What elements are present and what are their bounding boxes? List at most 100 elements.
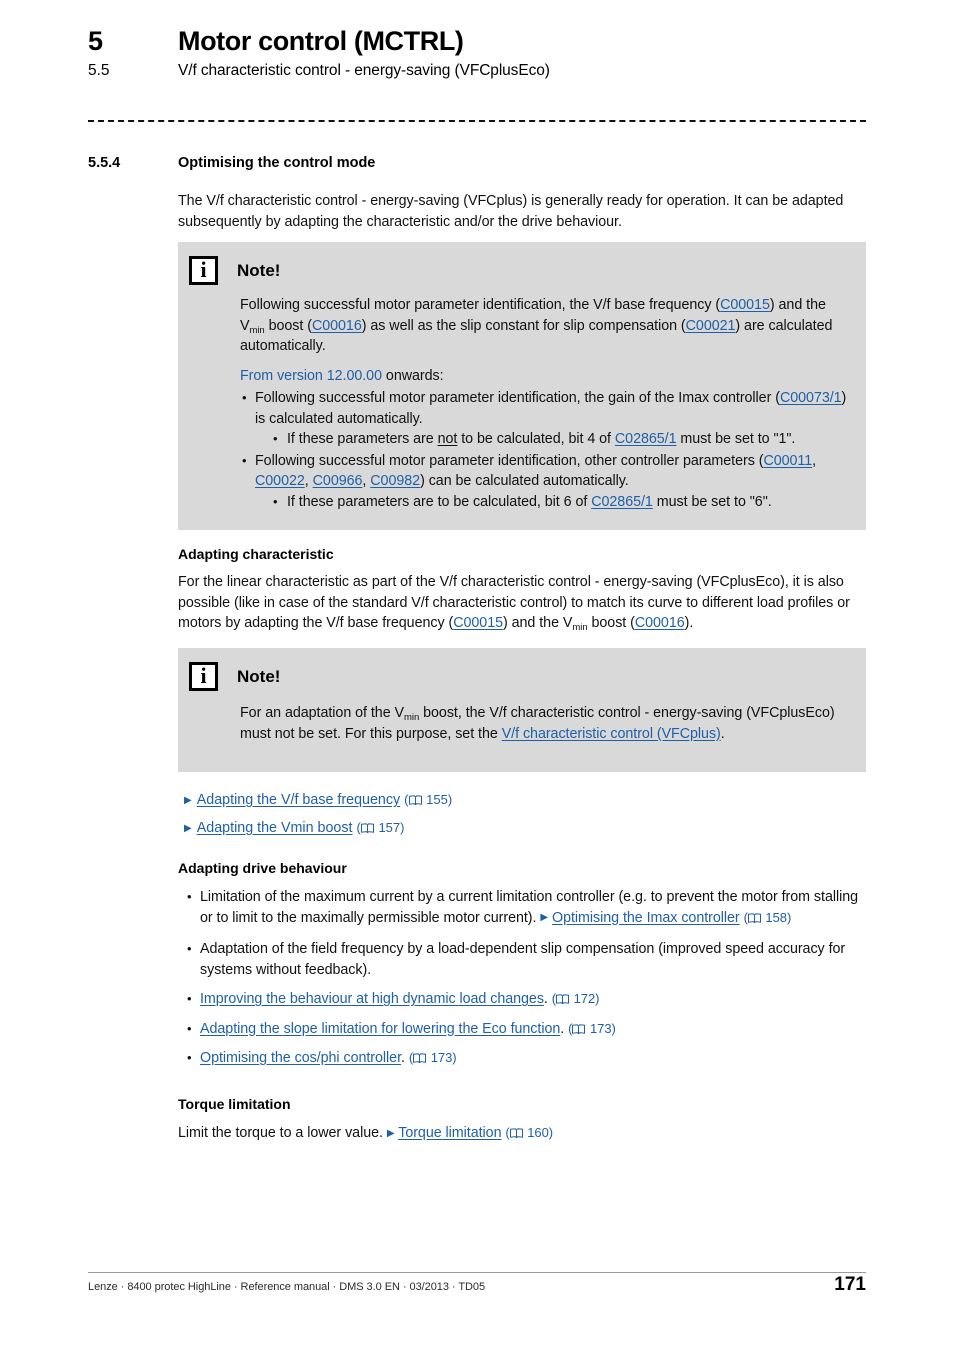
footer-divider — [88, 1272, 866, 1273]
page-reference: ( 155) — [404, 792, 453, 807]
header-divider — [88, 120, 866, 122]
note-1-subbullet-item: If these parameters are not to be calcul… — [271, 429, 848, 450]
sep-2: , — [304, 473, 313, 489]
bullet-2-text-a: Following successful motor parameter ide… — [255, 452, 764, 469]
book-icon — [572, 1023, 586, 1034]
note-1-bullet-list: Following successful motor parameter ide… — [240, 388, 848, 512]
triangle-right-icon: ▶ — [540, 912, 549, 923]
link-c00982[interactable]: C00982 — [370, 473, 420, 489]
info-icon: i — [189, 662, 218, 691]
link-c00966[interactable]: C00966 — [313, 473, 363, 489]
note-1-version-line: From version 12.00.00 onwards: — [240, 366, 848, 387]
note-1-paragraph: Following successful motor parameter ide… — [240, 295, 848, 357]
emphasis-not: not — [437, 431, 458, 447]
adapt-char-text-b: ) and the V — [503, 615, 573, 631]
page-number-ref: 157 — [378, 820, 401, 835]
note-1-body: Following successful motor parameter ide… — [178, 285, 866, 526]
xref-link-optimising-imax-controller[interactable]: Optimising the Imax controller — [552, 910, 740, 926]
xref-link-optimising-cos-phi-controller[interactable]: Optimising the cos/phi controller — [200, 1050, 401, 1066]
document-page: 5 Motor control (MCTRL) 5.5 V/f characte… — [0, 0, 954, 1350]
xref-row-1[interactable]: ▶ Adapting the V/f base frequency ( 155) — [184, 790, 452, 812]
page-number-ref: 172 — [573, 991, 596, 1006]
book-icon — [408, 795, 422, 805]
note-1-bullet-item: Following successful motor parameter ide… — [240, 451, 848, 513]
triangle-right-icon: ▶ — [184, 794, 192, 806]
subbullet-2-text-b: must be set to "6". — [652, 493, 772, 510]
xref-link-improving-behaviour-dynamic-load[interactable]: Improving the behaviour at high dynamic … — [200, 991, 544, 1007]
version-label: From version 12.00.00 — [240, 367, 382, 384]
subsection-title: Optimising the control mode — [178, 155, 376, 171]
note-1-text-a: Following successful motor parameter ide… — [240, 297, 721, 313]
bullet-1-text-a: Following successful motor parameter ide… — [255, 390, 780, 406]
note-2-header: i Note! — [178, 648, 866, 691]
subbullet-1-text-a: If these parameters are — [287, 431, 438, 447]
note-1-header: i Note! — [178, 242, 866, 285]
link-c00021-note1[interactable]: C00021 — [686, 318, 736, 334]
heading-torque-limitation: Torque limitation — [178, 1096, 291, 1112]
link-c02865-1-b[interactable]: C02865/1 — [591, 494, 653, 510]
note-1-subbullet-list: If these parameters are not to be calcul… — [255, 429, 848, 450]
note-1-text-d: ) as well as the slip constant for slip … — [361, 317, 686, 334]
book-icon — [556, 994, 570, 1004]
sep-1: , — [812, 452, 817, 469]
link-c00015-note1[interactable]: C00015 — [720, 297, 770, 313]
page-reference: ( 172) — [551, 991, 600, 1006]
book-icon — [360, 823, 374, 833]
heading-adapting-characteristic: Adapting characteristic — [178, 546, 334, 562]
subbullet-2-text-a: If these parameters are to be calculated… — [287, 493, 592, 510]
paragraph-adapting-characteristic: For the linear characteristic as part of… — [178, 572, 866, 634]
note-2-paragraph: For an adaptation of the Vmin boost, the… — [240, 703, 848, 744]
xref-row-2[interactable]: ▶ Adapting the Vmin boost ( 157) — [184, 818, 404, 840]
note-2-text-c: . — [720, 725, 725, 742]
book-icon — [747, 912, 761, 923]
link-c00022[interactable]: C00022 — [255, 473, 305, 489]
link-c00073-1[interactable]: C00073/1 — [780, 390, 842, 406]
list-item: Limitation of the maximum current by a c… — [178, 887, 866, 930]
subbullet-1-text-c: must be set to "1". — [676, 431, 796, 447]
subbullet-1-text-b: to be calculated, bit 4 of — [457, 431, 615, 447]
link-c00015-adapt[interactable]: C00015 — [453, 615, 503, 631]
xref-link-adapting-vf-base-frequency[interactable]: Adapting the V/f base frequency — [197, 792, 400, 808]
link-vfc-plus[interactable]: V/f characteristic control (VFCplus) — [502, 726, 721, 742]
torque-text: Limit the torque to a lower value. — [178, 1125, 387, 1141]
drive-item-2-text: Adaptation of the field frequency by a l… — [200, 941, 846, 978]
link-c02865-1-a[interactable]: C02865/1 — [615, 431, 677, 447]
bullet-2-text-b: ) can be calculated automatically. — [420, 473, 629, 489]
page-reference: ( 160) — [505, 1125, 554, 1140]
drive-item-5-suffix: . — [401, 1050, 409, 1066]
link-c00016-note1[interactable]: C00016 — [312, 318, 362, 334]
page-reference: ( 157) — [356, 820, 405, 835]
page-number-ref: 158 — [765, 909, 787, 925]
section-number: 5.5 — [88, 62, 110, 79]
drive-item-4-suffix: . — [560, 1020, 569, 1037]
chapter-number: 5 — [88, 26, 103, 56]
vmin-subscript-3: min — [404, 712, 420, 723]
xref-link-torque-limitation[interactable]: Torque limitation — [398, 1125, 501, 1141]
xref-link-adapting-slope-limitation[interactable]: Adapting the slope limitation for loweri… — [200, 1021, 560, 1037]
link-c00016-adapt[interactable]: C00016 — [635, 615, 685, 631]
xref-link-adapting-vmin-boost[interactable]: Adapting the Vmin boost — [197, 820, 353, 836]
page-reference: ( 158) — [743, 909, 792, 925]
page-number-ref: 160 — [527, 1125, 549, 1140]
heading-adapting-drive-behaviour: Adapting drive behaviour — [178, 860, 347, 876]
page-reference: ( 173) — [568, 1020, 616, 1036]
note-box-1: i Note! Following successful motor param… — [178, 242, 866, 530]
drive-item-3-suffix: . — [543, 991, 552, 1007]
chapter-title: Motor control (MCTRL) — [178, 26, 464, 56]
info-icon: i — [189, 256, 218, 285]
page-reference: ( 173) — [408, 1050, 457, 1065]
subsection-number: 5.5.4 — [88, 155, 121, 171]
triangle-right-icon: ▶ — [386, 1127, 395, 1139]
page-number-ref: 173 — [430, 1050, 453, 1065]
book-icon — [509, 1128, 523, 1138]
link-c00011[interactable]: C00011 — [763, 453, 812, 469]
footer-text: Lenze · 8400 protec HighLine · Reference… — [88, 1281, 486, 1293]
triangle-right-icon: ▶ — [184, 822, 192, 834]
note-2-text-a: For an adaptation of the V — [240, 705, 405, 721]
list-item: Adapting the slope limitation for loweri… — [178, 1019, 866, 1040]
list-item: Improving the behaviour at high dynamic … — [178, 989, 866, 1010]
note-1-bullet-item: Following successful motor parameter ide… — [240, 388, 848, 450]
note-1-text-c: boost ( — [264, 317, 312, 334]
note-1-subbullet-list: If these parameters are to be calculated… — [255, 492, 848, 513]
adapt-char-text-c: boost ( — [587, 615, 635, 631]
